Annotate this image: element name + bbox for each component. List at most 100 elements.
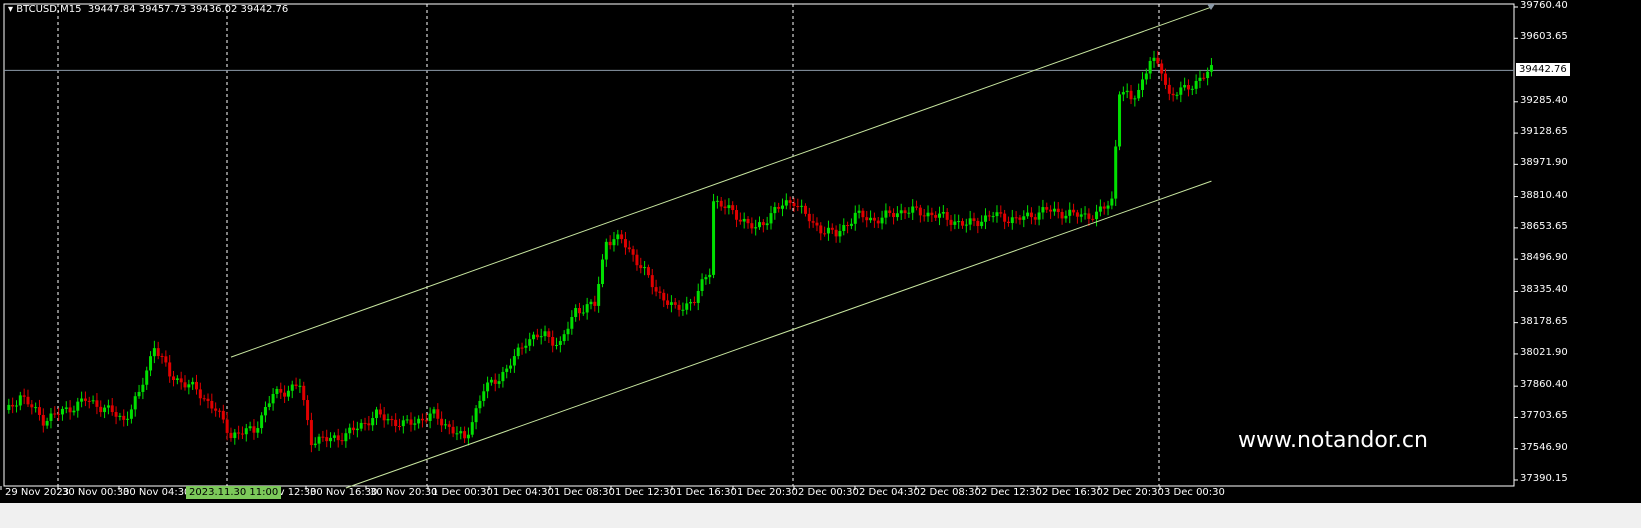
- candle-body: [543, 331, 547, 337]
- candle-body: [807, 213, 811, 222]
- candle-body: [83, 398, 87, 401]
- candle-body: [1072, 209, 1076, 213]
- candle-body: [585, 304, 589, 313]
- candle-body: [1037, 212, 1041, 220]
- candle-body: [87, 400, 91, 402]
- candle-body: [604, 241, 608, 260]
- candle-body: [1190, 88, 1194, 90]
- candle-body: [685, 303, 689, 310]
- candle-body: [386, 419, 390, 421]
- candle-body: [122, 415, 126, 420]
- candle-body: [103, 407, 107, 413]
- candle-body: [953, 221, 957, 225]
- candle-body: [1110, 198, 1114, 206]
- price-tick-label: 38971.90: [1520, 157, 1568, 169]
- crosshair-time-label: 2023.11.30 11:00: [186, 486, 282, 499]
- candle-body: [443, 424, 447, 426]
- candle-body: [363, 422, 367, 424]
- candle-body: [1095, 211, 1099, 220]
- candle-body: [1060, 212, 1064, 219]
- candle-body: [551, 336, 555, 346]
- candle-body: [451, 426, 455, 434]
- candle-body: [574, 308, 578, 318]
- symbol-label: BTCUSD,M15: [16, 4, 82, 15]
- candle-body: [907, 212, 911, 214]
- candle-body: [861, 210, 865, 218]
- candle-body: [332, 435, 336, 438]
- time-tick-label: 1 Dec 00:30: [432, 487, 493, 498]
- candle-body: [826, 227, 830, 234]
- candle-body: [532, 334, 536, 340]
- candle-body: [681, 309, 685, 311]
- candle-body: [758, 222, 762, 228]
- candle-body: [260, 415, 264, 429]
- candle-body: [1041, 207, 1045, 213]
- time-tick-label: 2 Dec 12:30: [981, 487, 1042, 498]
- candle-body: [30, 404, 34, 408]
- candle-body: [129, 409, 133, 419]
- candle-body: [562, 334, 566, 342]
- candle-body: [397, 426, 401, 428]
- candle-body: [930, 212, 934, 216]
- candle-body: [164, 356, 168, 363]
- candle-body: [780, 205, 784, 209]
- candle-body: [639, 265, 643, 269]
- candle-body: [233, 432, 237, 439]
- candle-body: [646, 267, 650, 276]
- candle-body: [1171, 93, 1175, 96]
- candle-body: [248, 426, 252, 429]
- candle-body: [183, 382, 187, 388]
- candle-body: [141, 384, 145, 392]
- candle-body: [149, 356, 153, 371]
- candle-body: [972, 218, 976, 221]
- candle-body: [179, 378, 183, 383]
- candle-body: [229, 432, 233, 439]
- candle-body: [195, 381, 198, 390]
- candle-body: [666, 300, 670, 305]
- channel-handle-icon: [1207, 4, 1215, 10]
- price-tick-label: 38178.65: [1520, 315, 1568, 327]
- time-tick-label: 2 Dec 00:30: [798, 487, 859, 498]
- candle-body: [838, 231, 842, 237]
- candle-body: [941, 212, 945, 214]
- candle-body: [934, 215, 938, 218]
- candle-body: [1026, 212, 1030, 217]
- candle-body: [413, 423, 417, 425]
- candle-body: [1194, 80, 1198, 89]
- time-tick-label: 3 Dec 00:30: [1164, 487, 1225, 498]
- candle-body: [114, 412, 118, 417]
- candle-body: [1167, 84, 1171, 94]
- candle-body: [355, 428, 359, 431]
- candle-body: [796, 206, 800, 208]
- candle-body: [175, 378, 179, 381]
- candle-body: [658, 291, 662, 293]
- candle-body: [884, 210, 888, 218]
- candle-body: [210, 400, 214, 409]
- candle-body: [865, 217, 869, 221]
- candle-body: [1106, 205, 1110, 209]
- candle-body: [846, 225, 850, 227]
- candle-body: [1121, 92, 1125, 95]
- candle-body: [1163, 73, 1167, 85]
- candle-body: [1052, 208, 1056, 212]
- candle-body: [849, 223, 853, 226]
- candle-body: [895, 213, 899, 218]
- candle-body: [375, 409, 379, 419]
- candle-body: [911, 206, 915, 213]
- candle-body: [512, 356, 516, 366]
- candle-body: [110, 405, 114, 413]
- candle-body: [654, 287, 658, 292]
- candle-body: [1206, 71, 1210, 79]
- price-tick-label: 37390.15: [1520, 473, 1568, 484]
- candle-body: [673, 302, 677, 305]
- candle-body: [765, 223, 769, 226]
- candle-body: [214, 408, 218, 411]
- candle-body: [53, 413, 57, 415]
- candle-body: [708, 274, 712, 278]
- candle-body: [394, 419, 398, 427]
- candle-body: [1083, 213, 1087, 215]
- candle-body: [712, 201, 716, 275]
- candle-body: [225, 419, 229, 433]
- candle-body: [505, 368, 509, 372]
- candle-body: [252, 426, 256, 433]
